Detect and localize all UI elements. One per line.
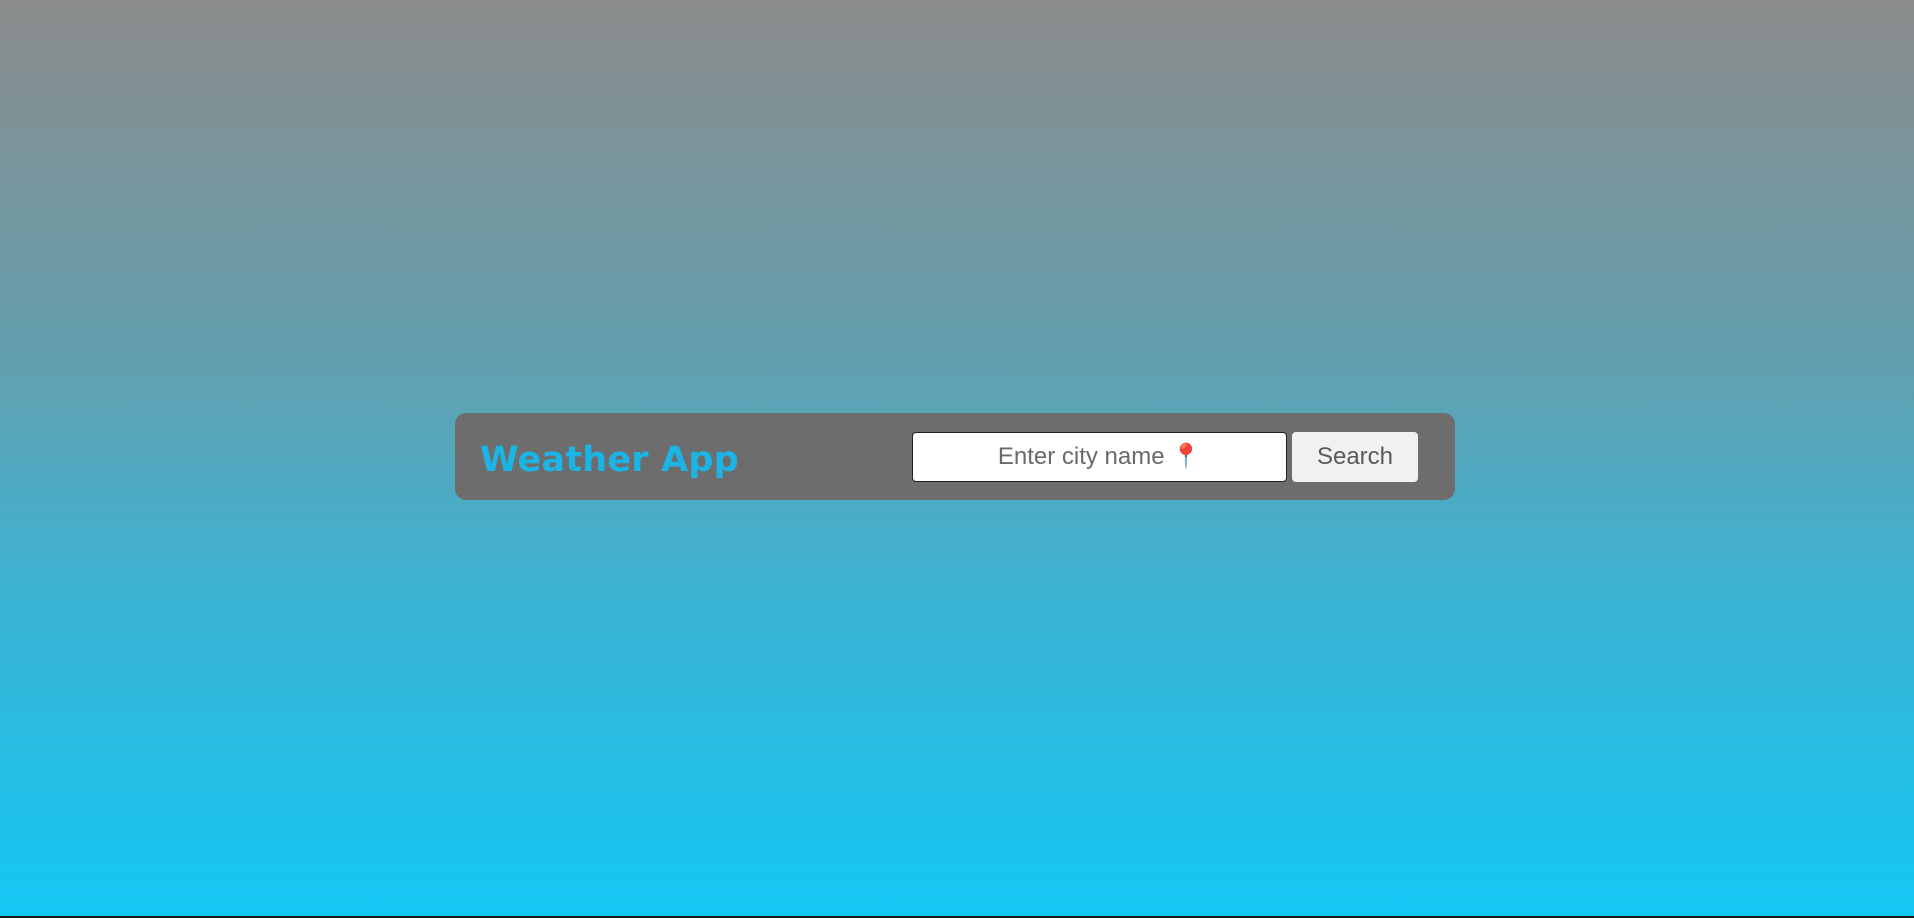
search-button[interactable]: Search [1292,432,1418,482]
city-input-wrapper [912,432,1287,482]
search-panel: Weather App Search [455,413,1455,500]
app-title: Weather App [480,440,739,480]
city-search-input[interactable] [912,432,1287,482]
